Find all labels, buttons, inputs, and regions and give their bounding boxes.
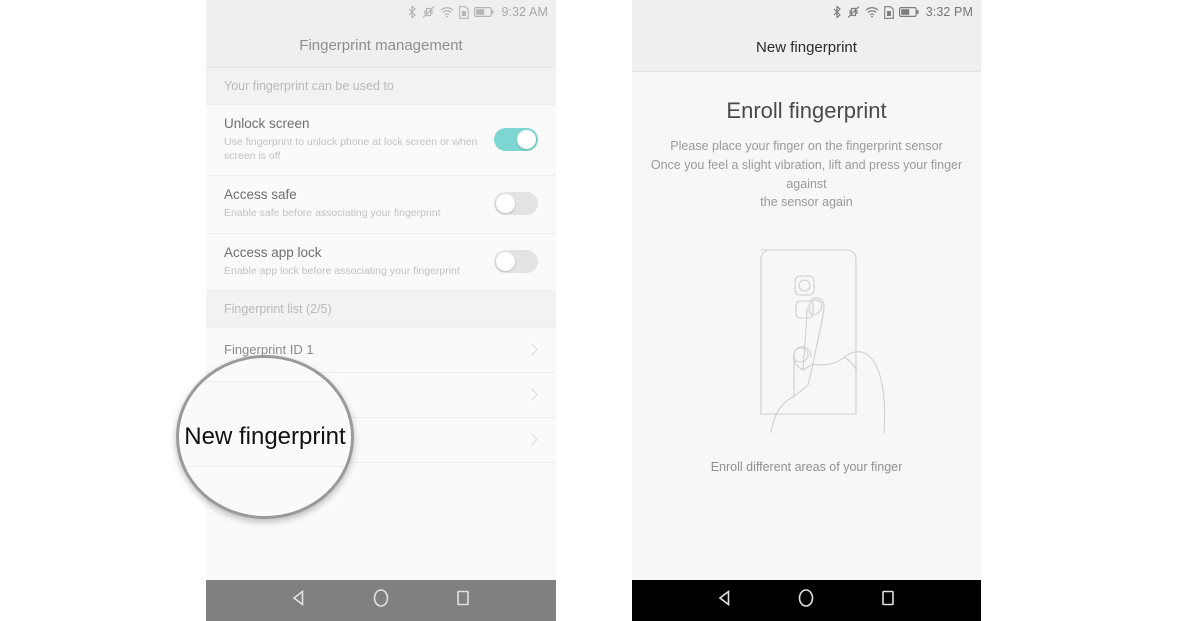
battery-icon xyxy=(898,6,919,18)
setting-texts: Unlock screen Use fingerprint to unlock … xyxy=(224,116,494,163)
page-title: Fingerprint management xyxy=(299,37,463,54)
toggle-knob xyxy=(496,251,515,271)
back-icon[interactable] xyxy=(290,589,308,612)
setting-row-access-app-lock[interactable]: Access app lock Enable app lock before a… xyxy=(206,233,556,291)
sim-card-icon xyxy=(459,5,470,19)
usage-section-header: Your fingerprint can be used to xyxy=(206,68,556,105)
home-icon[interactable] xyxy=(797,588,815,613)
battery-icon xyxy=(474,6,495,18)
wifi-icon xyxy=(440,5,454,19)
chevron-right-icon xyxy=(525,388,538,402)
setting-title: Access safe xyxy=(224,187,297,203)
toggle-access-safe[interactable] xyxy=(494,192,538,216)
status-bar: 3:32 PM xyxy=(632,0,981,24)
sim-card-icon xyxy=(883,5,894,19)
enroll-description: Please place your finger on the fingerpr… xyxy=(637,137,977,212)
home-icon[interactable] xyxy=(372,588,390,613)
toggle-knob xyxy=(496,194,515,214)
left-phone-screen: 9:32 AM Fingerprint management Your fing… xyxy=(206,0,556,621)
status-bar-time: 9:32 AM xyxy=(501,5,548,19)
page-title: New fingerprint xyxy=(756,39,857,56)
chevron-right-icon xyxy=(525,343,538,357)
setting-subtitle: Enable safe before associating your fing… xyxy=(224,207,441,220)
navigation-bar xyxy=(206,580,556,621)
setting-title: Access app lock xyxy=(224,244,322,260)
wifi-icon xyxy=(865,5,879,19)
setting-subtitle: Use fingerprint to unlock phone at lock … xyxy=(224,136,478,163)
status-bar-time: 3:32 PM xyxy=(925,5,973,19)
setting-texts: Access app lock Enable app lock before a… xyxy=(224,245,460,278)
vibrate-mute-icon xyxy=(422,5,435,19)
bluetooth-icon xyxy=(407,5,417,19)
toggle-unlock-screen[interactable] xyxy=(494,128,538,152)
setting-texts: Access safe Enable safe before associati… xyxy=(224,187,441,220)
magnified-label: New fingerprint xyxy=(184,423,346,450)
magnifier-callout: New fingerprint xyxy=(176,355,354,519)
enroll-footer-hint: Enroll different areas of your finger xyxy=(710,460,903,474)
magnified-divider xyxy=(179,381,351,382)
setting-row-access-safe[interactable]: Access safe Enable safe before associati… xyxy=(206,176,556,234)
navigation-bar xyxy=(632,580,981,621)
fingerprint-list-header: Fingerprint list (2/5) xyxy=(206,290,556,328)
enroll-description-line: Please place your finger on the fingerpr… xyxy=(670,139,943,153)
back-icon[interactable] xyxy=(716,589,734,612)
vibrate-mute-icon xyxy=(847,5,860,19)
bluetooth-icon xyxy=(832,5,842,19)
recents-icon[interactable] xyxy=(454,589,472,612)
enroll-heading: Enroll fingerprint xyxy=(726,98,887,123)
screenshot-canvas: 9:32 AM Fingerprint management Your fing… xyxy=(0,0,1200,621)
setting-row-unlock-screen[interactable]: Unlock screen Use fingerprint to unlock … xyxy=(206,105,556,177)
phone-back-with-finger-illustration xyxy=(699,238,914,438)
status-bar: 9:32 AM xyxy=(206,0,556,24)
right-phone-screen: 3:32 PM New fingerprint Enroll fingerpri… xyxy=(632,0,981,621)
chevron-right-icon xyxy=(525,433,538,447)
enroll-content: Enroll fingerprint Please place your fin… xyxy=(632,72,981,621)
toggle-knob xyxy=(517,130,536,150)
title-bar: New fingerprint xyxy=(632,24,981,72)
title-bar: Fingerprint management xyxy=(206,24,556,68)
recents-icon[interactable] xyxy=(879,589,897,612)
setting-title: Unlock screen xyxy=(224,116,310,131)
toggle-access-app-lock[interactable] xyxy=(494,249,538,273)
enroll-description-line: the sensor again xyxy=(760,195,853,210)
enroll-description-line: Once you feel a slight vibration, lift a… xyxy=(650,157,963,191)
magnified-divider xyxy=(179,466,351,467)
setting-subtitle: Enable app lock before associating your … xyxy=(224,264,460,277)
